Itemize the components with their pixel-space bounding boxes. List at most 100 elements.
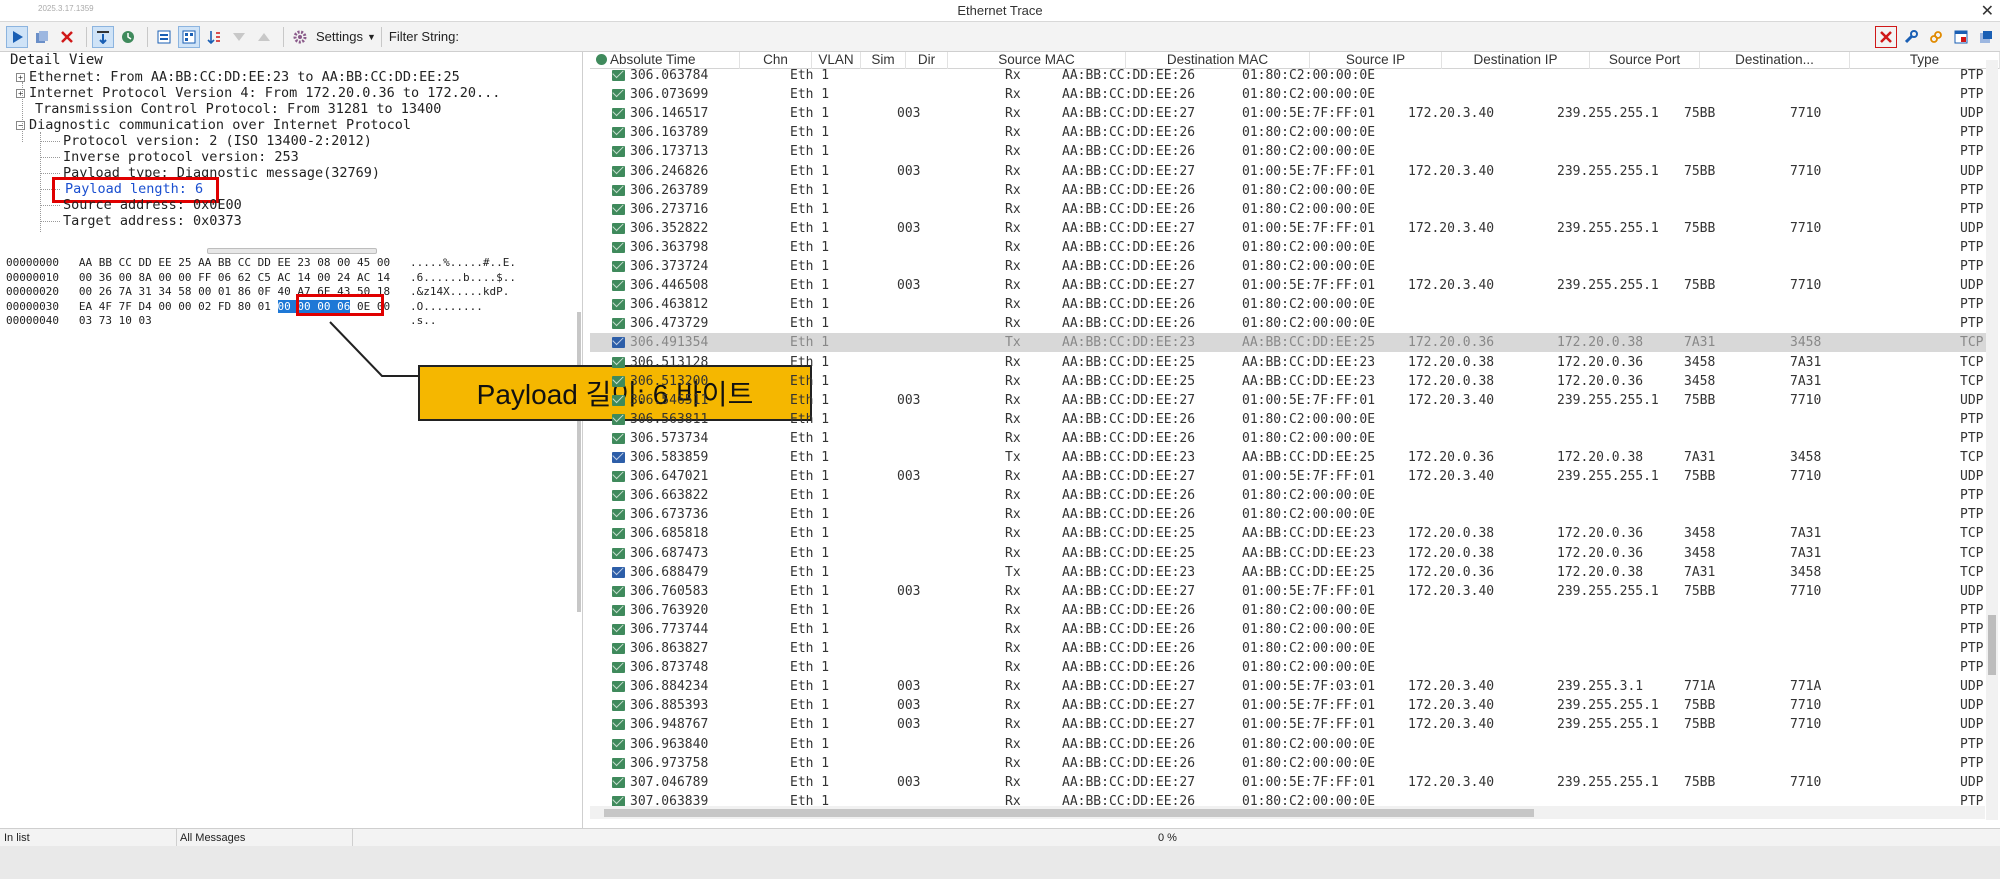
table-cell: Rx [1005,278,1021,294]
expand-icon[interactable]: + [16,73,25,82]
tree-node-ipv4[interactable]: + Internet Protocol Version 4: From 172.2… [16,85,500,101]
table-cell: 3458 [1684,373,1716,389]
close-window-icon[interactable]: ✕ [1981,1,1994,21]
table-row[interactable]: 306.446508 Eth 1 003 Rx AA:BB:CC:DD:EE:27 01:… [590,276,1990,295]
copy-icon[interactable] [31,26,53,48]
table-row[interactable]: 306.373724 Eth 1 Rx AA:BB:CC:DD:EE:26 01:80:… [590,257,1990,276]
left-scrollbar[interactable] [577,312,581,612]
table-vertical-scrollbar[interactable] [1986,60,1998,820]
detail-view-icon[interactable] [153,26,175,48]
table-cell: 239.255.3.1 [1557,679,1644,695]
table-cell: 239.255.255.1 [1557,220,1659,236]
detail-view-header: Detail View [10,52,103,68]
table-row[interactable]: 306.685818 Eth 1 Rx AA:BB:CC:DD:EE:25 AA:BB:… [590,524,1990,543]
clear-filter-icon[interactable] [1875,26,1897,48]
rx-message-icon [612,432,625,444]
table-cell: 172.20.0.36 [1408,450,1495,465]
tree-node-tcp[interactable]: Transmission Control Protocol: From 3128… [35,101,441,117]
table-row[interactable]: 306.573734 Eth 1 Rx AA:BB:CC:DD:EE:26 01:80:… [590,429,1990,448]
tree-node-ethernet[interactable]: + Ethernet: From AA:BB:CC:DD:EE:23 to AA:… [16,69,460,85]
table-row[interactable]: 306.513128 Eth 1 Rx AA:BB:CC:DD:EE:25 AA:BB:… [590,353,1990,372]
table-row[interactable]: 306.673736 Eth 1 Rx AA:BB:CC:DD:EE:26 01:80:… [590,505,1990,524]
table-cell: 7710 [1790,278,1822,294]
table-row[interactable]: 306.273716 Eth 1 Rx AA:BB:CC:DD:EE:26 01:80:… [590,200,1990,219]
table-cell: Rx [1005,125,1021,141]
export-icon[interactable] [1975,26,1997,48]
table-cell: 01:80:C2:00:00:0E [1242,297,1376,313]
table-cell: Eth 1 [790,755,830,771]
table-row[interactable]: 306.963840 Eth 1 Rx AA:BB:CC:DD:EE:26 01:80:… [590,735,1990,754]
table-row[interactable]: 306.773744 Eth 1 Rx AA:BB:CC:DD:EE:26 01:80:… [590,620,1990,639]
expand-icon[interactable]: + [16,89,25,98]
table-cell: PTP [1960,488,1984,504]
settings-dropdown-icon[interactable]: ▼ [367,32,376,42]
hex-view-icon[interactable] [178,25,200,48]
table-row[interactable]: 306.513200 Eth 1 Rx AA:BB:CC:DD:EE:25 AA:BB:… [590,372,1990,391]
table-cell: Eth 1 [790,450,830,465]
table-row[interactable]: 306.647021 Eth 1 003 Rx AA:BB:CC:DD:EE:27 01:… [590,467,1990,486]
table-row[interactable]: 306.063784 Eth 1 Rx AA:BB:CC:DD:EE:26 01:80:… [590,66,1990,85]
scrollbar-thumb[interactable] [1988,615,1996,675]
table-cell: PTP [1960,125,1984,141]
link-icon[interactable] [1925,26,1947,48]
tree-node-doip[interactable]: − Diagnostic communication over Internet … [16,117,411,133]
table-row[interactable]: 306.491354 Eth 1 Tx AA:BB:CC:DD:EE:23 AA:BB:… [590,333,1990,353]
rx-message-icon [612,795,625,806]
tree-field-target-address[interactable]: Target address: 0x0373 [63,213,242,229]
table-row[interactable]: 306.246826 Eth 1 003 Rx AA:BB:CC:DD:EE:27 01:… [590,162,1990,181]
play-icon[interactable] [6,25,28,48]
table-row[interactable]: 306.363798 Eth 1 Rx AA:BB:CC:DD:EE:26 01:80:… [590,238,1990,257]
wrench-icon[interactable] [1900,26,1922,48]
settings-menu[interactable]: Settings [316,29,363,44]
table-row[interactable]: 306.173713 Eth 1 Rx AA:BB:CC:DD:EE:26 01:80:… [590,142,1990,161]
rx-message-icon [612,719,625,731]
table-row[interactable]: 306.948767 Eth 1 003 Rx AA:BB:CC:DD:EE:27 01:… [590,715,1990,734]
panel-splitter[interactable] [207,248,377,254]
window-layout-icon[interactable] [1950,26,1972,48]
table-row[interactable]: 306.973758 Eth 1 Rx AA:BB:CC:DD:EE:26 01:80:… [590,754,1990,773]
table-row[interactable]: 306.687473 Eth 1 Rx AA:BB:CC:DD:EE:25 AA:BB:… [590,544,1990,563]
table-row[interactable]: 306.546511 Eth 1 003 Rx AA:BB:CC:DD:EE:27 01:… [590,391,1990,410]
table-row[interactable]: 306.073699 Eth 1 Rx AA:BB:CC:DD:EE:26 01:80:… [590,85,1990,104]
table-row[interactable]: 306.463812 Eth 1 Rx AA:BB:CC:DD:EE:26 01:80:… [590,295,1990,314]
clear-icon[interactable] [56,26,78,48]
table-row[interactable]: 306.163789 Eth 1 Rx AA:BB:CC:DD:EE:26 01:80:… [590,123,1990,142]
table-row[interactable]: 306.352822 Eth 1 003 Rx AA:BB:CC:DD:EE:27 01:… [590,219,1990,238]
table-row[interactable]: 306.563811 Eth 1 Rx AA:BB:CC:DD:EE:26 01:80:… [590,410,1990,429]
sort-icon[interactable] [203,26,225,48]
table-cell: Eth 1 [790,201,830,217]
table-cell: 172.20.3.40 [1408,220,1495,236]
table-row[interactable]: 306.263789 Eth 1 Rx AA:BB:CC:DD:EE:26 01:80:… [590,181,1990,200]
table-row[interactable]: 307.046789 Eth 1 003 Rx AA:BB:CC:DD:EE:27 01:… [590,773,1990,792]
filter-up-icon[interactable] [253,26,275,48]
table-row[interactable]: 306.873748 Eth 1 Rx AA:BB:CC:DD:EE:26 01:80:… [590,658,1990,677]
gear-icon[interactable] [289,26,311,48]
tree-field-protocol-version[interactable]: Protocol version: 2 (ISO 13400-2:2012) [63,133,372,149]
table-row[interactable]: 306.473729 Eth 1 Rx AA:BB:CC:DD:EE:26 01:80:… [590,314,1990,333]
table-cell: 7710 [1790,583,1822,599]
table-row[interactable]: 306.885393 Eth 1 003 Rx AA:BB:CC:DD:EE:27 01:… [590,696,1990,715]
table-row[interactable]: 306.688479 Eth 1 Tx AA:BB:CC:DD:EE:23 AA:BB:… [590,563,1990,582]
clock-icon[interactable] [117,26,139,48]
scrollbar-thumb[interactable] [604,809,1534,817]
table-cell: 01:00:5E:7F:FF:01 [1242,163,1376,179]
table-cell: TCP [1960,335,1984,351]
table-row[interactable]: 307.063839 Eth 1 Rx AA:BB:CC:DD:EE:26 01:80:… [590,792,1990,806]
table-row[interactable]: 306.146517 Eth 1 003 Rx AA:BB:CC:DD:EE:27 01:… [590,104,1990,123]
table-row[interactable]: 306.583859 Eth 1 Tx AA:BB:CC:DD:EE:23 AA:BB:… [590,448,1990,467]
table-row[interactable]: 306.663822 Eth 1 Rx AA:BB:CC:DD:EE:26 01:80:… [590,486,1990,505]
rx-message-icon [612,70,625,81]
table-row[interactable]: 306.884234 Eth 1 003 Rx AA:BB:CC:DD:EE:27 01:… [590,677,1990,696]
table-row[interactable]: 306.863827 Eth 1 Rx AA:BB:CC:DD:EE:26 01:80:… [590,639,1990,658]
tree-field-source-address[interactable]: Source address: 0x0E00 [63,197,242,213]
scroll-lock-icon[interactable] [92,25,114,48]
filter-down-icon[interactable] [228,26,250,48]
table-horizontal-scrollbar[interactable] [590,806,1985,819]
table-row[interactable]: 306.760583 Eth 1 003 Rx AA:BB:CC:DD:EE:27 01:… [590,582,1990,601]
table-cell: 306.273716 [630,201,709,217]
table-row[interactable]: 306.763920 Eth 1 Rx AA:BB:CC:DD:EE:26 01:80:… [590,601,1990,620]
table-cell: Eth 1 [790,354,830,370]
table-cell: 306.446508 [630,278,709,294]
tree-field-inverse-version[interactable]: Inverse protocol version: 253 [63,149,299,165]
collapse-icon[interactable]: − [16,121,25,130]
